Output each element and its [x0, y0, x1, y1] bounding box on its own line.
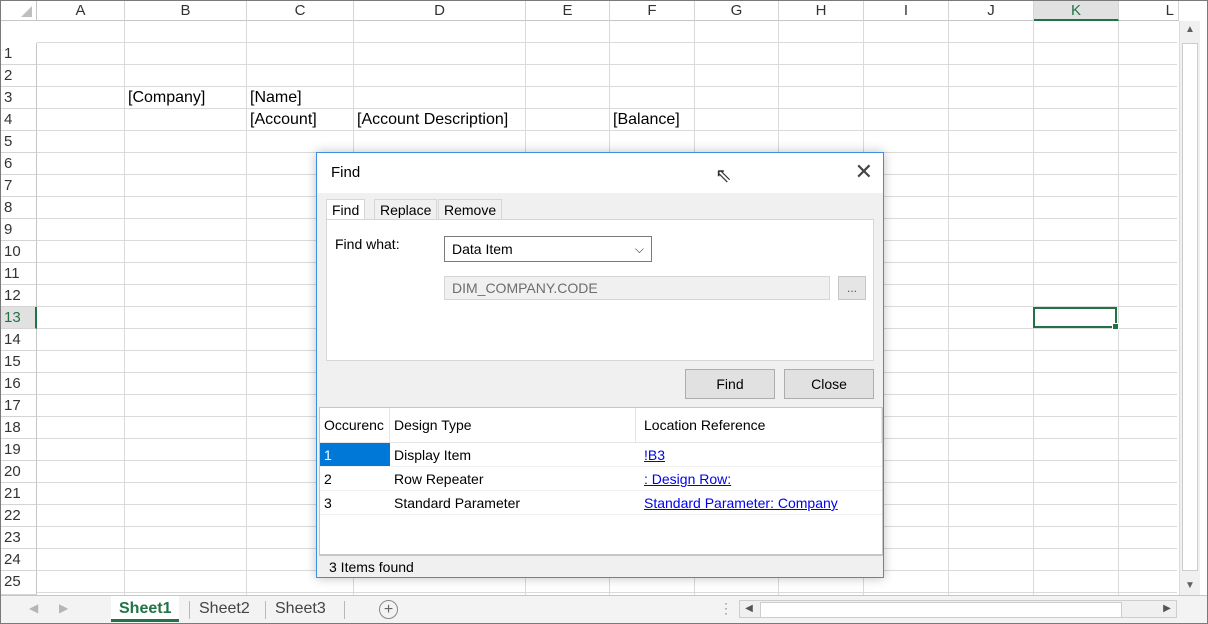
- vertical-scrollbar[interactable]: ▲ ▼: [1179, 21, 1200, 595]
- browse-button[interactable]: ...: [838, 276, 866, 300]
- design-type-cell: Display Item: [390, 443, 636, 467]
- design-type-cell: Standard Parameter: [390, 491, 636, 515]
- find-button[interactable]: Find: [685, 369, 775, 399]
- find-what-value: Data Item: [452, 241, 513, 257]
- sheet-tab-sheet2[interactable]: Sheet2: [191, 596, 258, 622]
- row-header-6[interactable]: 6: [1, 153, 37, 175]
- row-header-12[interactable]: 12: [1, 285, 37, 307]
- column-header-c[interactable]: C: [247, 1, 354, 21]
- next-sheet-icon[interactable]: ▶: [59, 601, 68, 615]
- sheet-tab-bar: ◀ ▶ Sheet1 Sheet2 Sheet3 + ⋮ ◀ ▶: [1, 595, 1207, 623]
- find-dialog: Find ⇖ ✕ Find Replace Remove Find what: …: [316, 152, 884, 578]
- cell-b3[interactable]: [Company]: [128, 87, 205, 109]
- row-header-11[interactable]: 11: [1, 263, 37, 285]
- find-tab-panel: Find what: Data Item ⌵ DIM_COMPANY.CODE …: [326, 219, 874, 361]
- chevron-down-icon: ⌵: [634, 242, 644, 256]
- table-row[interactable]: 1 Display Item !B3: [320, 443, 882, 467]
- row-header-9[interactable]: 9: [1, 219, 37, 241]
- column-header-e[interactable]: E: [526, 1, 610, 21]
- prev-sheet-icon[interactable]: ◀: [29, 601, 38, 615]
- results-table: Occurenc Design Type Location Reference …: [319, 407, 883, 555]
- row-header-14[interactable]: 14: [1, 329, 37, 351]
- select-all-corner[interactable]: [1, 1, 37, 21]
- data-item-field[interactable]: DIM_COMPANY.CODE: [444, 276, 830, 300]
- column-header-d[interactable]: D: [354, 1, 526, 21]
- splitter-handle-icon[interactable]: ⋮: [719, 600, 733, 617]
- column-header-location-reference[interactable]: Location Reference: [636, 408, 882, 443]
- horizontal-scrollbar[interactable]: ◀ ▶: [739, 600, 1177, 618]
- column-header-occurrence[interactable]: Occurenc: [320, 408, 390, 443]
- row-header-4[interactable]: 4: [1, 109, 37, 131]
- close-icon[interactable]: ✕: [855, 159, 873, 185]
- scroll-left-icon[interactable]: ◀: [740, 601, 758, 617]
- table-row[interactable]: 3 Standard Parameter Standard Parameter:…: [320, 491, 882, 515]
- column-header-design-type[interactable]: Design Type: [390, 408, 636, 443]
- tab-divider: [189, 601, 190, 619]
- row-header-15[interactable]: 15: [1, 351, 37, 373]
- scroll-right-icon[interactable]: ▶: [1158, 601, 1176, 617]
- row-header-25[interactable]: 25: [1, 571, 37, 595]
- column-header-l[interactable]: L: [1119, 1, 1179, 21]
- cell-d4[interactable]: [Account Description]: [357, 109, 508, 131]
- row-header-7[interactable]: 7: [1, 175, 37, 197]
- close-button[interactable]: Close: [784, 369, 874, 399]
- row-header-2[interactable]: 2: [1, 65, 37, 87]
- row-header-23[interactable]: 23: [1, 527, 37, 549]
- location-reference-link[interactable]: : Design Row:: [636, 467, 882, 491]
- row-header-1[interactable]: 1: [1, 43, 37, 65]
- tab-find[interactable]: Find: [326, 199, 366, 220]
- sheet-tab-sheet1[interactable]: Sheet1: [111, 596, 180, 622]
- tab-divider: [265, 601, 266, 619]
- column-header-a[interactable]: A: [37, 1, 125, 21]
- column-header-b[interactable]: B: [125, 1, 247, 21]
- scroll-up-icon[interactable]: ▲: [1180, 21, 1200, 39]
- fill-handle[interactable]: [1112, 323, 1119, 330]
- column-header-k[interactable]: K: [1034, 1, 1119, 21]
- row-header-17[interactable]: 17: [1, 395, 37, 417]
- row-header-16[interactable]: 16: [1, 373, 37, 395]
- tab-divider: [344, 601, 345, 619]
- horizontal-scroll-thumb[interactable]: [760, 602, 1122, 618]
- column-header-h[interactable]: H: [779, 1, 864, 21]
- vertical-scroll-thumb[interactable]: [1182, 43, 1198, 571]
- scroll-down-icon[interactable]: ▼: [1180, 577, 1200, 595]
- tab-remove[interactable]: Remove: [438, 199, 503, 219]
- table-row[interactable]: 2 Row Repeater : Design Row:: [320, 467, 882, 491]
- row-header-10[interactable]: 10: [1, 241, 37, 263]
- status-bar: 3 Items found: [319, 555, 883, 577]
- add-sheet-icon[interactable]: +: [379, 600, 398, 619]
- active-cell-k13[interactable]: [1033, 307, 1119, 330]
- row-header-18[interactable]: 18: [1, 417, 37, 439]
- design-type-cell: Row Repeater: [390, 467, 636, 491]
- column-header-i[interactable]: I: [864, 1, 949, 21]
- row-header-13[interactable]: 13: [1, 307, 37, 329]
- column-header-f[interactable]: F: [610, 1, 695, 21]
- dialog-title: Find: [331, 164, 361, 181]
- location-reference-link[interactable]: !B3: [636, 443, 882, 467]
- row-header-20[interactable]: 20: [1, 461, 37, 483]
- dialog-titlebar[interactable]: Find ⇖ ✕: [317, 153, 883, 193]
- location-reference-link[interactable]: Standard Parameter: Company: [636, 491, 882, 515]
- column-header-j[interactable]: J: [949, 1, 1034, 21]
- occurrence-cell: 3: [320, 491, 390, 515]
- row-header-19[interactable]: 19: [1, 439, 37, 461]
- column-header-g[interactable]: G: [695, 1, 779, 21]
- row-header-22[interactable]: 22: [1, 505, 37, 527]
- spreadsheet-window: A B C D E F G H I J K L 1 2 3 4 5 6 7 8 …: [0, 0, 1208, 624]
- row-header-8[interactable]: 8: [1, 197, 37, 219]
- occurrence-cell: 1: [320, 443, 390, 467]
- occurrence-cell: 2: [320, 467, 390, 491]
- row-header-5[interactable]: 5: [1, 131, 37, 153]
- cell-c4[interactable]: [Account]: [250, 109, 317, 131]
- tab-replace[interactable]: Replace: [374, 199, 438, 219]
- cell-f4[interactable]: [Balance]: [613, 109, 680, 131]
- cell-c3[interactable]: [Name]: [250, 87, 302, 109]
- row-header-3[interactable]: 3: [1, 87, 37, 109]
- find-what-select[interactable]: Data Item ⌵: [444, 236, 652, 262]
- mouse-pointer-icon: ⇖: [715, 165, 732, 187]
- row-header-21[interactable]: 21: [1, 483, 37, 505]
- sheet-tab-sheet3[interactable]: Sheet3: [267, 596, 334, 622]
- row-header-24[interactable]: 24: [1, 549, 37, 571]
- find-what-label: Find what:: [335, 236, 400, 252]
